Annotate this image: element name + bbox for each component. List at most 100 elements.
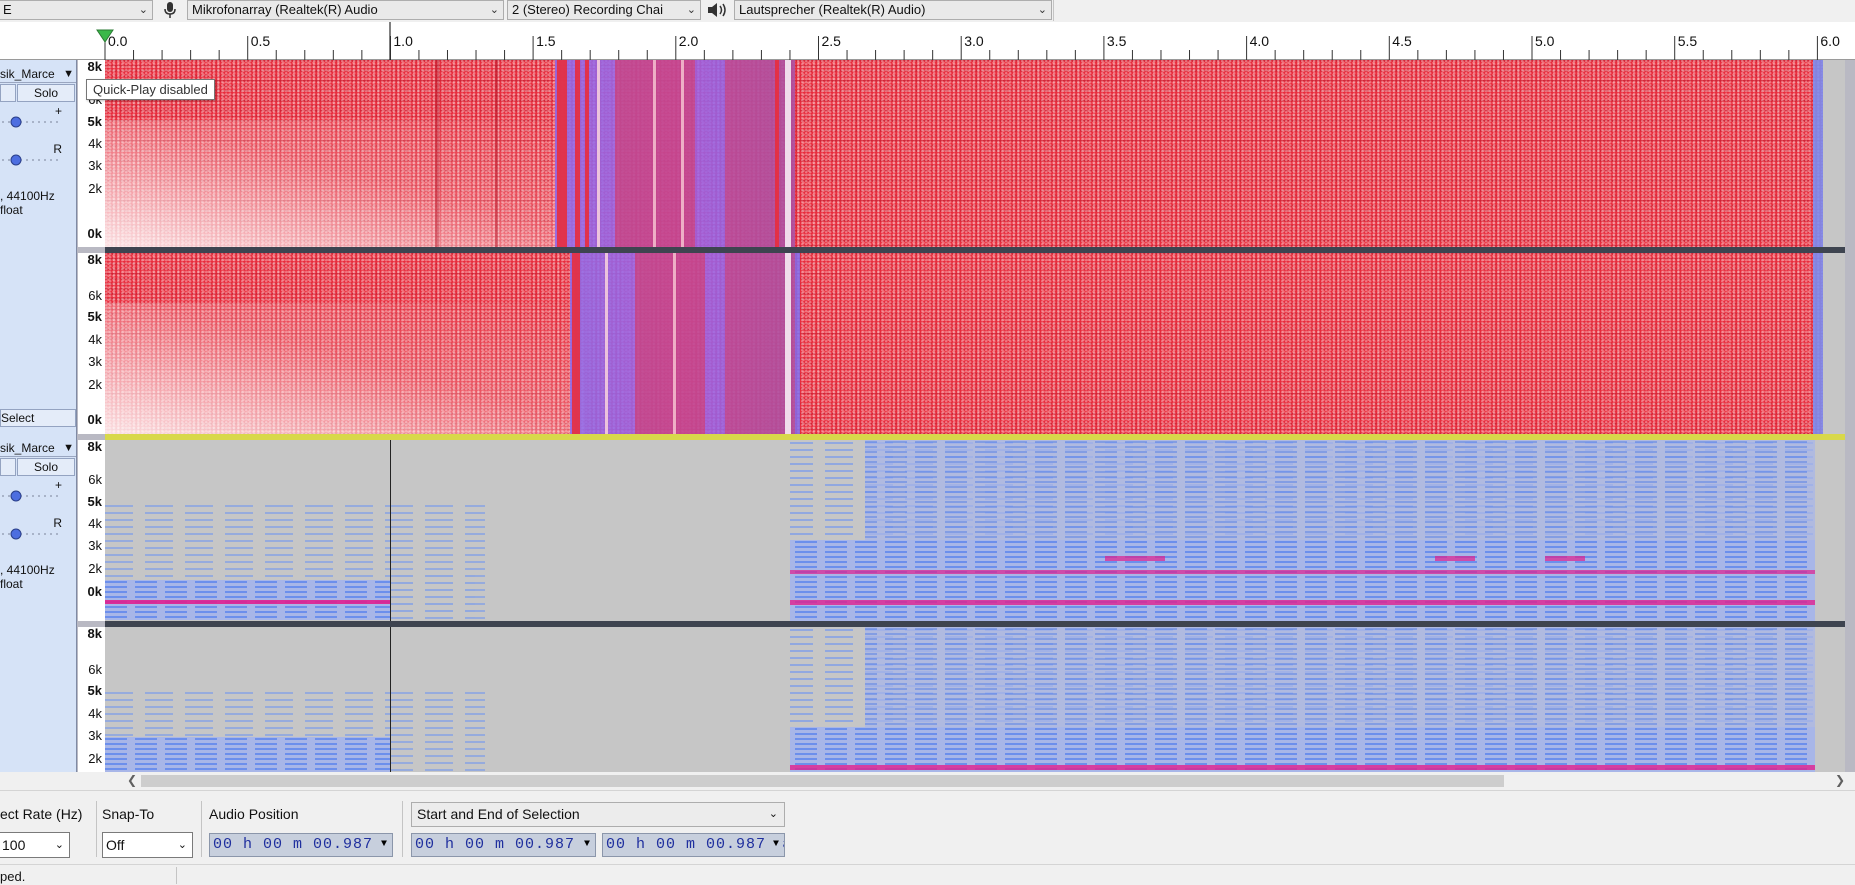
gain-plus-label: + [54, 478, 62, 492]
project-rate-label: ect Rate (Hz) [0, 806, 83, 822]
scrollbar-thumb[interactable] [141, 775, 1504, 787]
toolbar-divider [96, 801, 97, 857]
audio-host-combo[interactable]: E ⌄ [0, 0, 153, 20]
scale-label: 2k [88, 181, 102, 196]
audio-position-label: Audio Position [209, 806, 299, 822]
mute-button[interactable] [0, 84, 16, 102]
ruler-label: 6.0 [1820, 33, 1840, 49]
toolbar-divider [1053, 0, 1054, 21]
status-bar: ped. [0, 864, 1855, 885]
timeline-ruler[interactable]: 0.0 0.5 1.0 1.5 2.0 2.5 3.0 3.5 4.0 4.5 5.0 5.5 6.0 [0, 22, 1855, 60]
scale-label: 4k [88, 136, 102, 151]
spectrogram-track2-left[interactable] [105, 440, 1845, 621]
scroll-left-icon[interactable]: ❮ [127, 773, 137, 787]
frequency-scale-t2-right: 8k 6k 5k 4k 3k 2k [78, 627, 105, 772]
dropdown-arrow-icon: ▼ [773, 834, 783, 856]
selection-end-time[interactable]: 00 h 00 m 00.987 s ▼ [602, 833, 785, 857]
mute-button[interactable] [0, 458, 16, 476]
microphone-icon [164, 2, 176, 18]
project-rate-combo[interactable]: 100 ⌄ [0, 832, 70, 858]
chevron-down-icon: ⌄ [138, 4, 148, 16]
audio-host-value: E [3, 2, 12, 17]
ruler-label: 2.5 [822, 33, 842, 49]
scale-label: 6k [88, 472, 102, 487]
solo-button[interactable]: Solo [17, 458, 75, 476]
scale-label: 5k [87, 494, 102, 509]
device-toolbar: E ⌄ Mikrofonarray (Realtek(R) Audio ⌄ 2 … [0, 0, 1855, 22]
track-name: sik_Marce [0, 441, 55, 455]
pan-slider[interactable]: R [0, 516, 70, 540]
scale-label: 6k [88, 662, 102, 677]
scale-label: 3k [88, 728, 102, 743]
ruler-label: 5.0 [1535, 33, 1555, 49]
scale-label: 6k [88, 288, 102, 303]
horizontal-scrollbar[interactable]: ❮ ❯ [0, 772, 1855, 790]
frequency-scale-t2-left: 8k 6k 5k 4k 3k 2k 0k [78, 440, 105, 621]
scale-label: 8k [87, 60, 102, 74]
ruler-label: 1.0 [393, 33, 413, 49]
selection-start-time[interactable]: 00 h 00 m 00.987 s ▼ [411, 833, 596, 857]
toolbar-divider [402, 801, 403, 857]
dropdown-arrow-icon: ▼ [63, 442, 74, 454]
recording-device-combo[interactable]: Mikrofonarray (Realtek(R) Audio ⌄ [187, 0, 504, 20]
scale-label: 2k [88, 751, 102, 766]
chevron-down-icon: ⌄ [54, 839, 64, 851]
select-button[interactable]: Select [0, 409, 76, 427]
scroll-right-icon[interactable]: ❯ [1835, 773, 1845, 787]
snap-to-combo[interactable]: Off ⌄ [102, 832, 193, 858]
selection-toolbar: ect Rate (Hz) 100 ⌄ Snap-To Off ⌄ Audio … [0, 790, 1855, 863]
track-area: sik_Marce ▼ Solo + R , 44100Hz float Sel… [0, 60, 1855, 772]
gain-slider[interactable]: + [0, 104, 70, 128]
status-text: ped. [0, 869, 26, 884]
mute-solo-row: Solo [0, 84, 76, 102]
dropdown-arrow-icon: ▼ [63, 68, 74, 80]
scale-label: 3k [88, 538, 102, 553]
recording-channels-combo[interactable]: 2 (Stereo) Recording Chai ⌄ [507, 0, 701, 20]
recording-channels-value: 2 (Stereo) Recording Chai [512, 2, 664, 17]
track-name-menu[interactable]: sik_Marce ▼ [0, 66, 76, 83]
playback-device-combo[interactable]: Lautsprecher (Realtek(R) Audio) ⌄ [734, 0, 1052, 20]
track-format-info: float [0, 577, 23, 591]
scale-label: 5k [87, 683, 102, 698]
chevron-down-icon: ⌄ [177, 839, 187, 851]
scale-label: 8k [87, 439, 102, 454]
audio-position-time[interactable]: 00 h 00 m 00.987 s ▼ [209, 833, 393, 857]
spectrogram-detail [105, 253, 1845, 434]
selection-mode-combo[interactable]: Start and End of Selection ⌄ [411, 802, 785, 827]
track-control-panel-2[interactable]: sik_Marce ▼ Solo + R , 44100Hz float [0, 434, 77, 772]
selection-start-value: 00 h 00 m 00.987 s [415, 836, 596, 853]
chevron-down-icon: ⌄ [1037, 4, 1047, 16]
speaker-icon [708, 3, 726, 17]
spectrogram-track1-left[interactable] [105, 60, 1845, 247]
gain-slider[interactable]: + [0, 478, 70, 502]
pan-slider[interactable]: R [0, 142, 70, 166]
scale-label: 5k [87, 309, 102, 324]
status-divider [176, 867, 177, 884]
ruler-label: 0.5 [251, 33, 271, 49]
spectrogram-track1-right[interactable] [105, 253, 1845, 434]
solo-button[interactable]: Solo [17, 84, 75, 102]
project-rate-value: 100 [2, 837, 26, 853]
ruler-label: 2.0 [679, 33, 699, 49]
track-name-menu[interactable]: sik_Marce ▼ [0, 440, 76, 457]
scale-label: 0k [87, 412, 102, 427]
track-control-panel-1[interactable]: sik_Marce ▼ Solo + R , 44100Hz float Sel… [0, 60, 77, 434]
ruler-label: 1.5 [536, 33, 556, 49]
spectrogram-detail [105, 627, 1845, 772]
ruler-label: 3.5 [1107, 33, 1127, 49]
track-name: sik_Marce [0, 67, 55, 81]
audacity-window: E ⌄ Mikrofonarray (Realtek(R) Audio ⌄ 2 … [0, 0, 1855, 885]
dropdown-arrow-icon: ▼ [584, 834, 594, 856]
track-rate-info: , 44100Hz [0, 189, 55, 203]
audio-position-value: 00 h 00 m 00.987 s [213, 836, 393, 853]
snap-to-label: Snap-To [102, 806, 155, 822]
spectrogram-track2-right[interactable] [105, 627, 1845, 772]
gain-plus-label: + [54, 104, 62, 118]
scale-label: 8k [87, 626, 102, 641]
ruler-label: 0.0 [108, 33, 128, 49]
ruler-ticks: 0.0 0.5 1.0 1.5 2.0 2.5 3.0 3.5 4.0 4.5 5.0 5.5 6.0 [96, 22, 1840, 60]
ruler-label: 3.0 [964, 33, 984, 49]
frequency-scale-t1-right: 8k 6k 5k 4k 3k 2k 0k [78, 253, 105, 434]
chevron-down-icon: ⌄ [489, 4, 499, 16]
dropdown-arrow-icon: ▼ [381, 834, 391, 856]
